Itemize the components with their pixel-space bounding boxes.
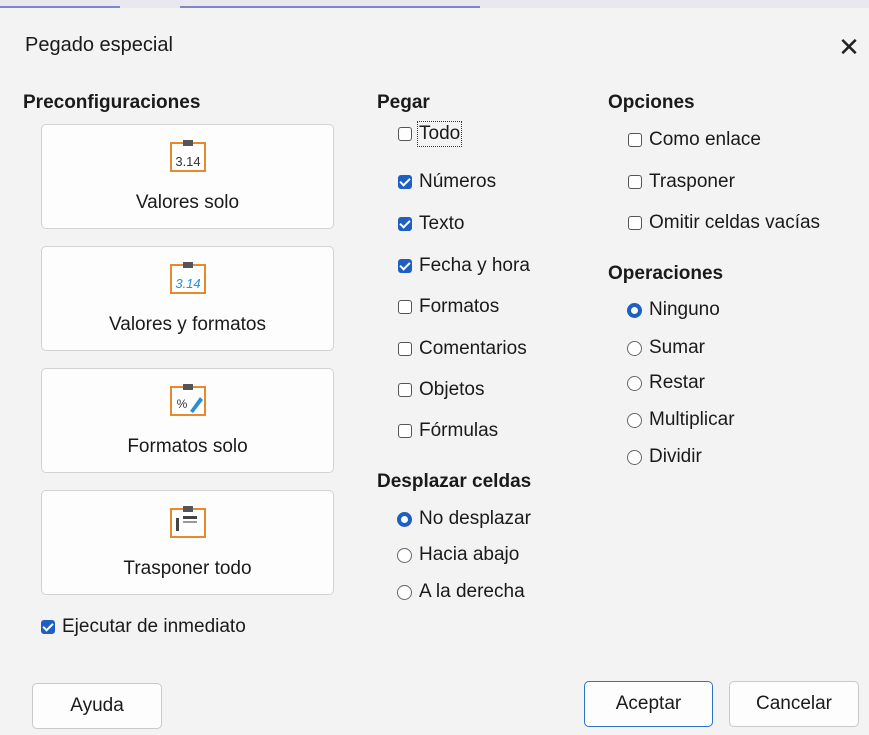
svg-text:%: % xyxy=(177,397,188,411)
preset-values-only-button[interactable]: 3.14 Valores solo xyxy=(41,124,334,229)
dialog-title: Pegado especial xyxy=(25,34,173,56)
option-transpose-checkbox[interactable]: Trasponer xyxy=(628,169,735,195)
paste-option-label: Texto xyxy=(419,213,465,234)
paste-text-checkbox[interactable]: Texto xyxy=(398,211,464,237)
paste-comments-checkbox[interactable]: Comentarios xyxy=(398,336,527,362)
paste-option-label: Comentarios xyxy=(419,338,527,359)
preset-label: Trasponer todo xyxy=(123,558,252,579)
operation-label: Dividir xyxy=(649,446,702,467)
shift-option-label: A la derecha xyxy=(419,581,525,602)
paste-option-label: Formatos xyxy=(419,296,500,317)
radio-selected-icon xyxy=(397,511,412,527)
presets-heading: Preconfiguraciones xyxy=(23,92,201,113)
preset-values-formats-button[interactable]: 3.14 Valores y formatos xyxy=(41,246,334,351)
transpose-all-icon xyxy=(170,506,206,538)
operations-heading: Operaciones xyxy=(608,263,724,284)
paste-all-checkbox[interactable]: Todo xyxy=(398,121,463,147)
values-only-icon: 3.14 xyxy=(170,140,206,172)
paste-objects-checkbox[interactable]: Objetos xyxy=(398,377,484,403)
shift-option-label: Hacia abajo xyxy=(419,544,520,565)
shift-right-radio[interactable]: A la derecha xyxy=(397,579,525,605)
help-button[interactable]: Ayuda xyxy=(32,683,162,729)
operation-subtract-radio[interactable]: Restar xyxy=(627,370,705,396)
ok-button[interactable]: Aceptar xyxy=(584,681,713,727)
svg-text:3.14: 3.14 xyxy=(175,154,200,169)
shift-cells-heading: Desplazar celdas xyxy=(377,471,532,492)
paste-option-label: Fecha y hora xyxy=(419,255,530,276)
shift-down-radio[interactable]: Hacia abajo xyxy=(397,542,519,568)
option-label: Como enlace xyxy=(649,129,761,150)
operation-add-radio[interactable]: Sumar xyxy=(627,335,705,361)
preset-label: Formatos solo xyxy=(127,436,248,457)
operation-divide-radio[interactable]: Dividir xyxy=(627,444,702,470)
checkbox-icon xyxy=(398,342,412,356)
radio-icon xyxy=(627,412,642,428)
checkbox-icon xyxy=(398,383,412,397)
run-immediately-label: Ejecutar de inmediato xyxy=(62,616,246,637)
preset-transpose-all-button[interactable]: Trasponer todo xyxy=(41,490,334,595)
formats-only-icon: % xyxy=(170,384,206,416)
radio-icon xyxy=(627,449,642,465)
checkbox-checked-icon xyxy=(398,217,412,231)
checkbox-icon xyxy=(398,127,412,141)
checkbox-icon xyxy=(398,424,412,438)
close-icon[interactable]: ✕ xyxy=(832,30,866,64)
paste-formulas-checkbox[interactable]: Fórmulas xyxy=(398,418,498,444)
shift-option-label: No desplazar xyxy=(419,508,531,529)
option-label: Omitir celdas vacías xyxy=(649,212,821,233)
checkbox-checked-icon xyxy=(41,620,55,634)
preset-formats-only-button[interactable]: % Formatos solo xyxy=(41,368,334,473)
radio-icon xyxy=(627,375,642,391)
paste-option-label: Números xyxy=(419,171,497,192)
option-label: Trasponer xyxy=(649,171,735,192)
checkbox-checked-icon xyxy=(398,259,412,273)
operation-label: Ninguno xyxy=(649,299,720,320)
operation-label: Restar xyxy=(649,372,705,393)
paste-option-label: Fórmulas xyxy=(419,420,499,441)
preset-label: Valores solo xyxy=(135,192,240,213)
option-as-link-checkbox[interactable]: Como enlace xyxy=(628,127,761,153)
checkbox-icon xyxy=(398,300,412,314)
run-immediately-checkbox[interactable]: Ejecutar de inmediato xyxy=(41,614,246,640)
values-formats-icon: 3.14 xyxy=(170,262,206,294)
operation-label: Sumar xyxy=(649,337,705,358)
paste-numbers-checkbox[interactable]: Números xyxy=(398,169,496,195)
paste-formats-checkbox[interactable]: Formatos xyxy=(398,294,499,320)
preset-label: Valores y formatos xyxy=(109,314,266,335)
paste-option-label: Todo xyxy=(416,121,463,147)
svg-text:3.14: 3.14 xyxy=(175,276,200,291)
option-skip-empty-checkbox[interactable]: Omitir celdas vacías xyxy=(628,210,820,236)
operation-none-radio[interactable]: Ninguno xyxy=(627,297,720,323)
checkbox-icon xyxy=(628,133,642,147)
radio-icon xyxy=(627,340,642,356)
radio-icon xyxy=(397,547,412,563)
operation-multiply-radio[interactable]: Multiplicar xyxy=(627,407,735,433)
options-heading: Opciones xyxy=(608,92,695,113)
operation-label: Multiplicar xyxy=(649,409,735,430)
title-bar: Pegado especial ✕ xyxy=(0,8,869,78)
paste-option-label: Objetos xyxy=(419,379,485,400)
paste-date-time-checkbox[interactable]: Fecha y hora xyxy=(398,253,530,279)
radio-selected-icon xyxy=(627,302,642,318)
checkbox-checked-icon xyxy=(398,175,412,189)
checkbox-icon xyxy=(628,216,642,230)
radio-icon xyxy=(397,584,412,600)
background-window-strip xyxy=(0,0,869,8)
cancel-button[interactable]: Cancelar xyxy=(729,681,859,727)
paste-heading: Pegar xyxy=(377,92,430,113)
checkbox-icon xyxy=(628,175,642,189)
shift-none-radio[interactable]: No desplazar xyxy=(397,506,531,532)
